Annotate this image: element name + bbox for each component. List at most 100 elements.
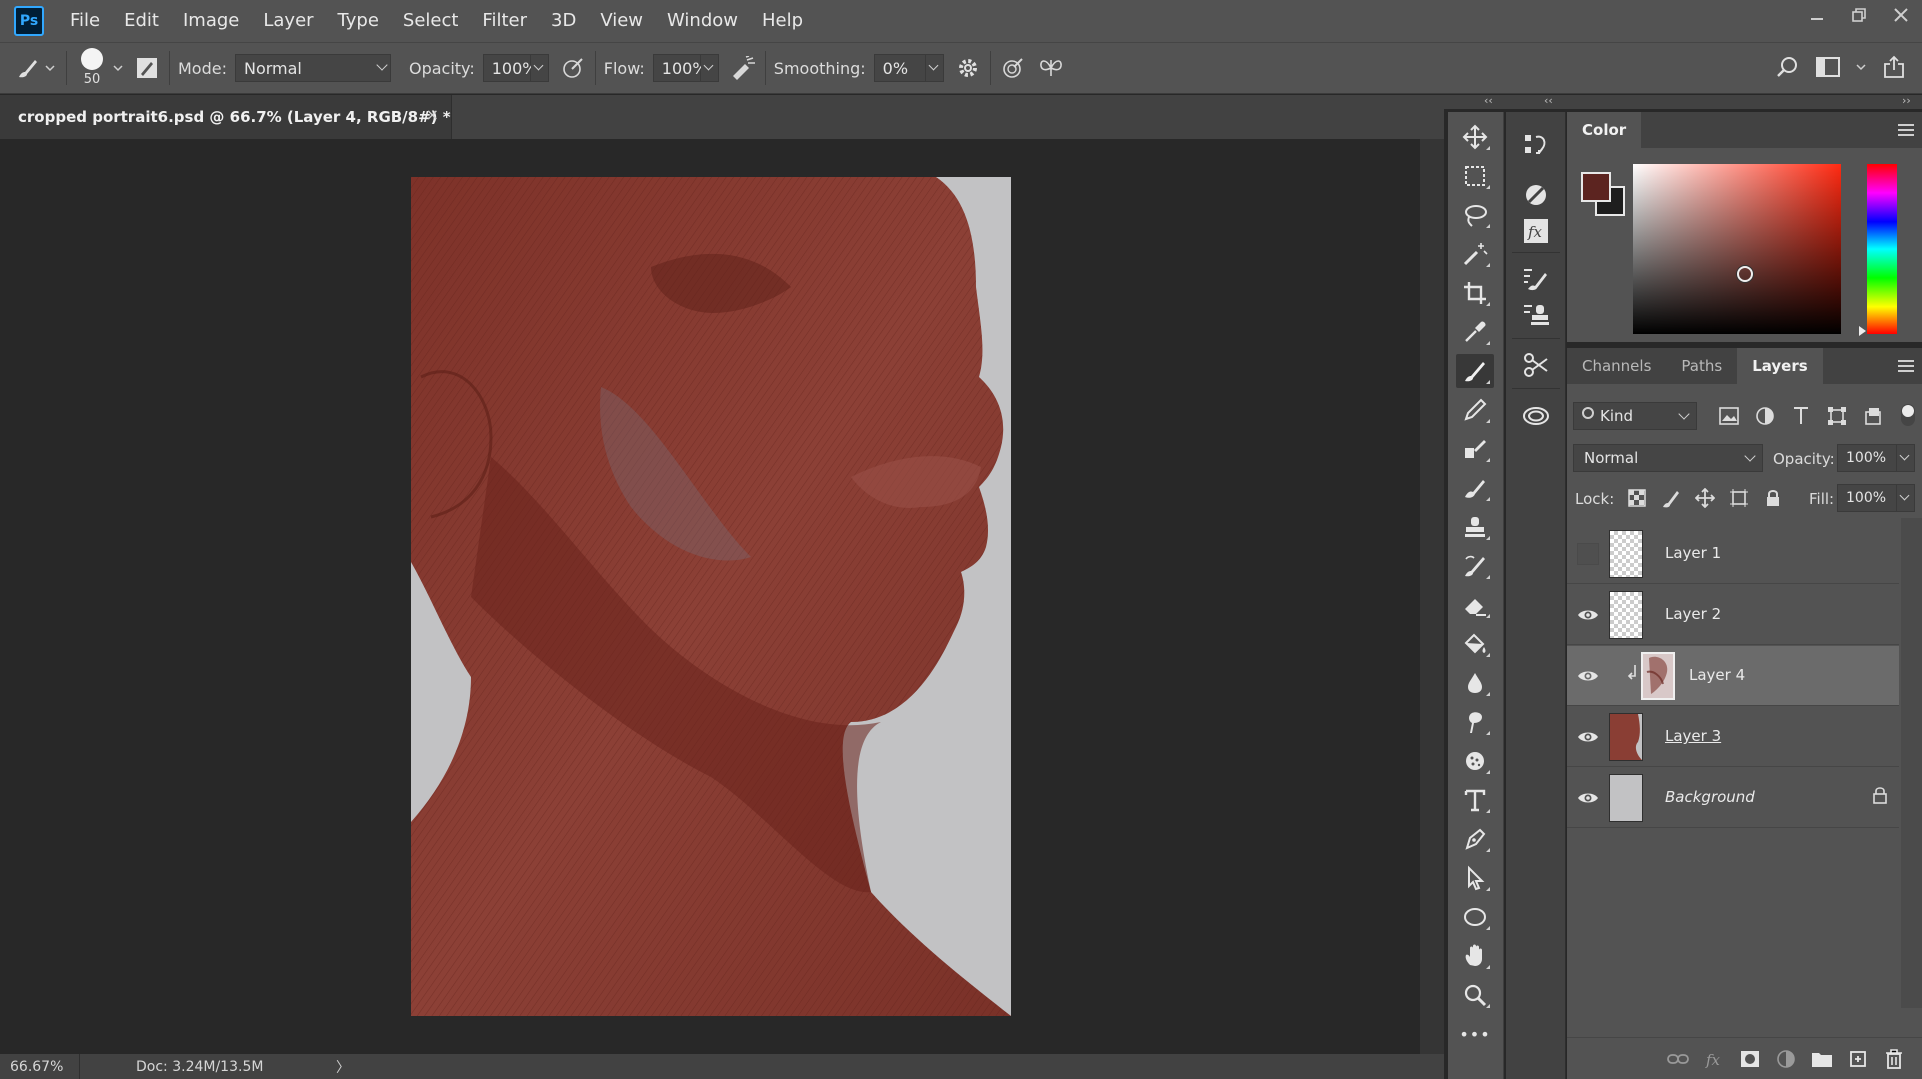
chevron-down-icon[interactable]: [42, 54, 58, 82]
minimize-icon[interactable]: [1796, 0, 1838, 30]
document-size-info[interactable]: Doc: 3.24M/13.5M: [80, 1059, 263, 1075]
lasso-tool-icon[interactable]: [1456, 198, 1494, 232]
menu-view[interactable]: View: [588, 0, 655, 42]
panel-menu-icon[interactable]: [1898, 124, 1914, 136]
foreground-color-swatch[interactable]: [1581, 172, 1611, 202]
layer-row-layer-4[interactable]: Layer 4: [1567, 646, 1899, 706]
history-panel-icon[interactable]: [1518, 128, 1554, 162]
type-tool-icon[interactable]: [1456, 783, 1494, 817]
blur-tool-icon[interactable]: [1456, 666, 1494, 700]
status-menu-arrow[interactable]: 〉: [336, 1057, 350, 1077]
layer-row-background[interactable]: Background: [1567, 768, 1899, 828]
brush-settings-panel-icon[interactable]: [133, 54, 161, 82]
crop-tool-icon[interactable]: [1456, 276, 1494, 310]
lock-all-icon[interactable]: [1759, 484, 1787, 512]
expand-panels-icon[interactable]: ››: [1902, 94, 1911, 107]
layers-scrollbar[interactable]: [1901, 518, 1922, 1008]
clone-stamp-tool-icon[interactable]: [1456, 432, 1494, 466]
smoothing-dropdown-button[interactable]: [925, 54, 944, 82]
layer-visibility-toggle[interactable]: [1577, 543, 1599, 565]
new-adjustment-layer-icon[interactable]: [1774, 1047, 1798, 1071]
fill-input[interactable]: 100%: [1837, 484, 1897, 512]
flow-input[interactable]: 100%: [652, 54, 708, 82]
tool-presets-icon[interactable]: [1518, 348, 1554, 382]
filter-shape-icon[interactable]: [1823, 402, 1851, 430]
blend-mode-dropdown[interactable]: Normal: [1573, 444, 1763, 472]
menu-file[interactable]: File: [58, 0, 112, 42]
ellipse-tool-icon[interactable]: [1456, 900, 1494, 934]
sponge-tool-icon[interactable]: [1456, 744, 1494, 778]
chevron-down-icon[interactable]: [1854, 53, 1868, 81]
layer-opacity-dropdown-button[interactable]: [1897, 444, 1915, 472]
pen-tool-icon[interactable]: [1456, 822, 1494, 856]
mixer-brush-tool-icon[interactable]: [1456, 471, 1494, 505]
menu-type[interactable]: Type: [326, 0, 391, 42]
creative-cloud-libraries-icon[interactable]: [1518, 398, 1554, 432]
menu-3d[interactable]: 3D: [539, 0, 588, 42]
layer-row-layer-3[interactable]: Layer 3: [1567, 707, 1899, 767]
filter-type-icon[interactable]: [1787, 402, 1815, 430]
fill-dropdown-button[interactable]: [1897, 484, 1915, 512]
brush-preset-icon[interactable]: [14, 54, 42, 82]
fx-icon[interactable]: fx: [1702, 1047, 1726, 1071]
new-group-folder-icon[interactable]: [1810, 1047, 1834, 1071]
stamp-tool-icon[interactable]: [1456, 510, 1494, 544]
layer-opacity-input[interactable]: 100%: [1837, 444, 1897, 472]
photoshop-logo[interactable]: Ps: [14, 6, 44, 36]
chevron-down-icon[interactable]: [109, 54, 127, 82]
layer-name[interactable]: Layer 3: [1665, 727, 1721, 745]
share-icon[interactable]: [1880, 53, 1908, 81]
pressure-opacity-icon[interactable]: [559, 54, 587, 82]
menu-edit[interactable]: Edit: [112, 0, 171, 42]
lock-transparent-pixels-icon[interactable]: [1623, 484, 1651, 512]
paint-bucket-tool-icon[interactable]: [1456, 627, 1494, 661]
tab-layers[interactable]: Layers: [1737, 348, 1823, 384]
eye-icon[interactable]: [1577, 666, 1599, 686]
menu-filter[interactable]: Filter: [470, 0, 539, 42]
tab-paths[interactable]: Paths: [1666, 348, 1737, 384]
path-selection-tool-icon[interactable]: [1456, 861, 1494, 895]
layer-filter-toggle[interactable]: [1901, 404, 1915, 426]
history-brush-tool-icon[interactable]: [1456, 549, 1494, 583]
magic-wand-tool-icon[interactable]: [1456, 237, 1494, 271]
marquee-tool-icon[interactable]: [1456, 159, 1494, 193]
canvas-vertical-scrollbar[interactable]: [1420, 139, 1444, 1054]
layer-name[interactable]: Layer 2: [1665, 605, 1721, 623]
document-tab[interactable]: cropped portrait6.psd @ 66.7% (Layer 4, …: [0, 95, 452, 139]
opacity-input[interactable]: 100%: [482, 54, 538, 82]
link-layers-icon[interactable]: [1666, 1047, 1690, 1071]
collapse-toolbar-icon[interactable]: ‹‹: [1484, 94, 1493, 107]
layer-row-layer-2[interactable]: Layer 2: [1567, 585, 1899, 645]
airbrush-icon[interactable]: [729, 54, 757, 82]
flow-dropdown-button[interactable]: [700, 54, 719, 82]
filter-pixel-icon[interactable]: [1715, 402, 1743, 430]
smudge-tool-icon[interactable]: [1456, 705, 1494, 739]
eye-icon[interactable]: [1577, 727, 1599, 747]
tab-color[interactable]: Color: [1567, 112, 1642, 148]
more-tools-icon[interactable]: •••: [1456, 1017, 1494, 1051]
workspace-icon[interactable]: [1814, 53, 1842, 81]
lock-position-icon[interactable]: [1691, 484, 1719, 512]
layer-name[interactable]: Layer 1: [1665, 544, 1721, 562]
zoom-tool-icon[interactable]: [1456, 978, 1494, 1012]
hue-slider-marker[interactable]: [1859, 326, 1866, 336]
menu-image[interactable]: Image: [171, 0, 251, 42]
eye-icon[interactable]: [1577, 788, 1599, 808]
zoom-level[interactable]: 66.67%: [0, 1054, 80, 1079]
close-icon[interactable]: ×: [426, 105, 439, 124]
brush-tool-icon[interactable]: [1456, 354, 1494, 388]
brush-settings-panel-icon[interactable]: [1518, 262, 1554, 296]
styles-fx-panel-icon[interactable]: fx: [1518, 214, 1554, 248]
adjustments-panel-icon[interactable]: [1518, 178, 1554, 212]
portrait-artwork[interactable]: [411, 177, 1011, 1016]
collapse-iconcol-icon[interactable]: ‹‹: [1544, 94, 1553, 107]
eye-icon[interactable]: [1577, 605, 1599, 625]
search-icon[interactable]: [1774, 53, 1802, 81]
layer-name[interactable]: Background: [1665, 788, 1755, 806]
menu-select[interactable]: Select: [391, 0, 471, 42]
menu-window[interactable]: Window: [655, 0, 750, 42]
layer-filter-kind-dropdown[interactable]: Kind: [1573, 402, 1697, 430]
filter-adjustment-icon[interactable]: [1751, 402, 1779, 430]
smoothing-input[interactable]: 0%: [873, 54, 926, 82]
hand-tool-icon[interactable]: [1456, 939, 1494, 973]
